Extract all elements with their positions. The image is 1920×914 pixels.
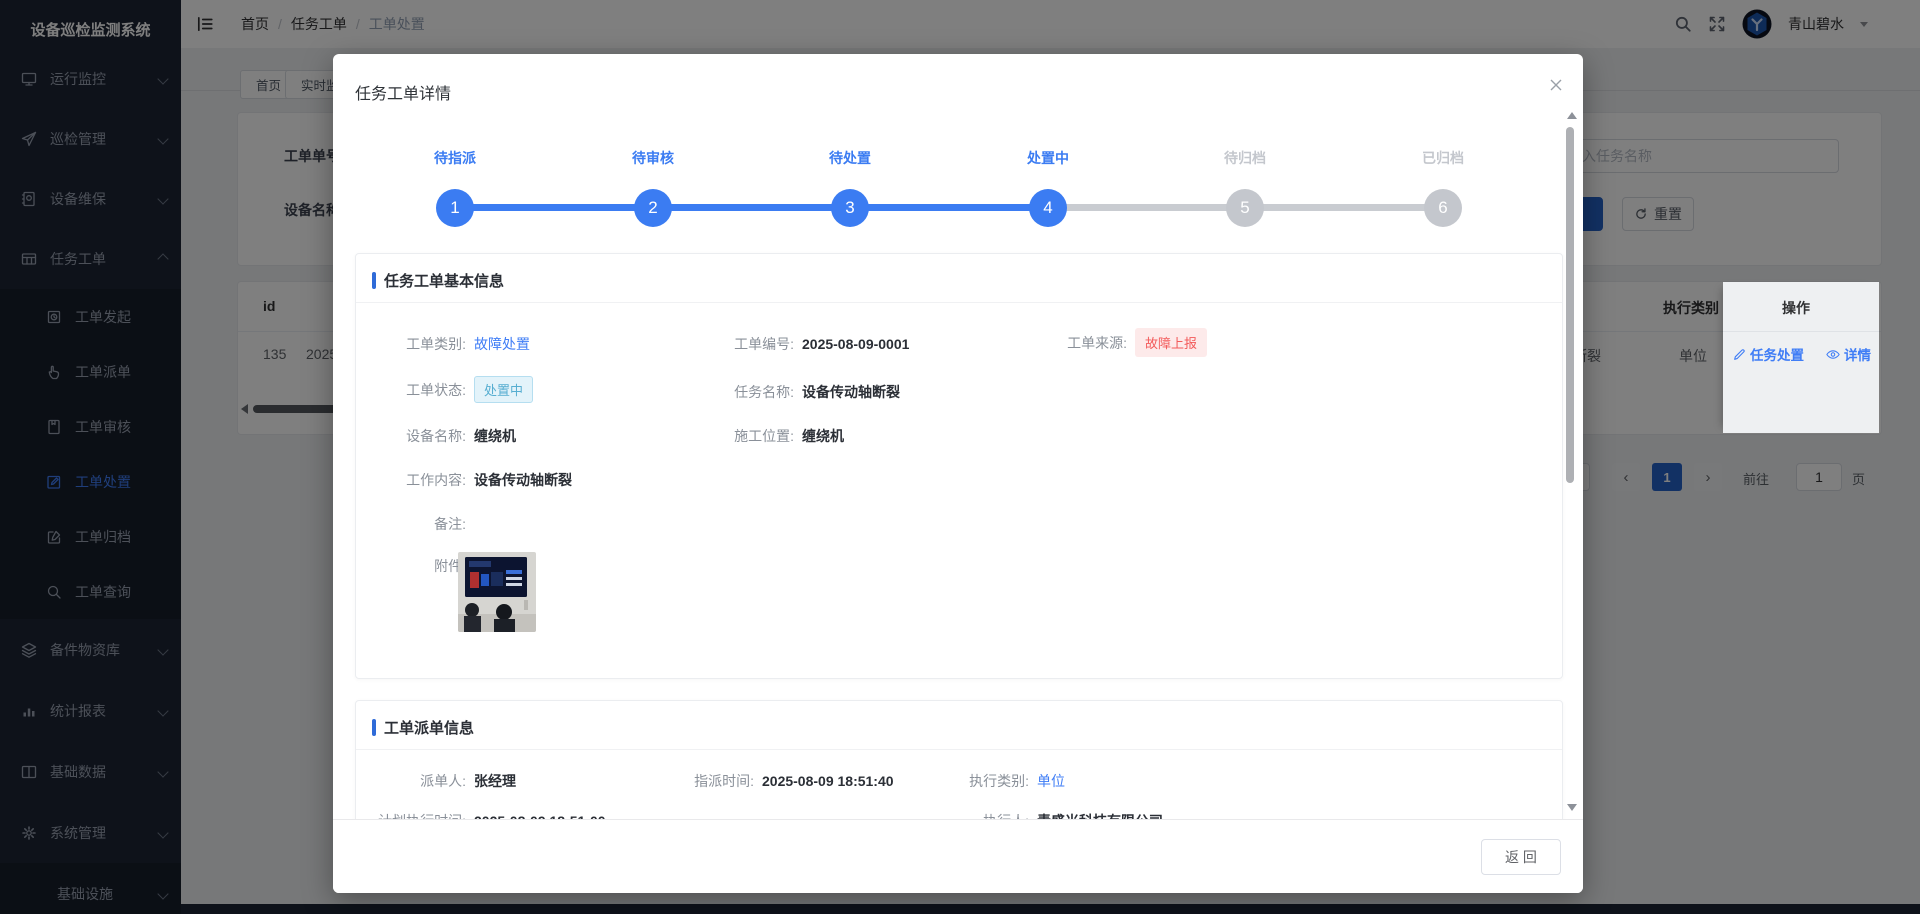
modal-scrollbar-thumb[interactable] <box>1566 127 1574 483</box>
section-accent-bar <box>372 719 376 736</box>
app-root: 设备巡检监测系统 运行监控 巡检管理 设备维保 任务工单 工单发起 <box>0 0 1920 914</box>
work-content-value: 设备传动轴断裂 <box>474 470 572 490</box>
assign-time-value: 2025-08-09 18:51:40 <box>762 773 894 789</box>
field-label: 执行类别: <box>933 771 1029 791</box>
category-link[interactable]: 故障处置 <box>474 334 530 354</box>
exec-type-link[interactable]: 单位 <box>1037 771 1065 791</box>
field-label: 工单类别: <box>370 334 466 354</box>
source-badge: 故障上报 <box>1135 328 1207 357</box>
step-label: 待指派 <box>385 148 525 168</box>
detail-link[interactable]: 详情 <box>1826 344 1871 364</box>
step-circle: 6 <box>1424 189 1462 227</box>
section-divider <box>356 749 1562 750</box>
task-process-link[interactable]: 任务处置 <box>1733 344 1804 364</box>
dispatch-info-card: 工单派单信息 派单人:张经理 指派时间:2025-08-09 18:51:40 … <box>355 700 1563 820</box>
field-label: 工单编号: <box>698 334 794 354</box>
modal-footer: 返 回 <box>333 819 1583 893</box>
step-label: 待处置 <box>780 148 920 168</box>
field-label: 设备名称: <box>370 426 466 446</box>
position-value: 缠绕机 <box>802 426 844 446</box>
close-icon <box>1549 78 1563 92</box>
divider <box>1723 331 1879 332</box>
step-label: 待审核 <box>583 148 723 168</box>
field-label: 任务名称: <box>698 382 794 402</box>
task-name-value: 设备传动轴断裂 <box>802 382 900 402</box>
scroll-down-icon[interactable] <box>1567 804 1577 811</box>
back-button[interactable]: 返 回 <box>1481 839 1561 875</box>
field-label: 备注: <box>370 514 466 534</box>
eye-icon <box>1826 348 1840 361</box>
field-label: 工作内容: <box>370 470 466 490</box>
step-label: 已归档 <box>1373 148 1513 168</box>
field-label: 附件: <box>370 556 466 576</box>
dispatcher-value: 张经理 <box>474 771 516 791</box>
step-circle: 1 <box>436 189 474 227</box>
field-label: 工单状态: <box>370 380 466 400</box>
field-label: 派单人: <box>370 771 466 791</box>
attachment-thumbnail[interactable] <box>458 552 536 632</box>
section-divider <box>356 302 1562 303</box>
workorder-detail-modal: 任务工单详情 待指派 待审核 待处置 处置中 待归档 已归档 1 2 3 4 5… <box>333 54 1583 893</box>
step-circle: 4 <box>1029 189 1067 227</box>
step-track-active <box>455 204 1048 211</box>
table-fixed-action-column: 操作 任务处置 详情 <box>1723 282 1879 433</box>
field-label: 工单来源: <box>1031 333 1127 353</box>
pencil-icon <box>1733 348 1746 361</box>
section-title: 任务工单基本信息 <box>384 270 504 291</box>
basic-info-card: 任务工单基本信息 工单类别:故障处置 工单编号:2025-08-09-0001 … <box>355 253 1563 679</box>
close-button[interactable] <box>1545 74 1567 96</box>
step-label: 处置中 <box>978 148 1118 168</box>
modal-body: 待指派 待审核 待处置 处置中 待归档 已归档 1 2 3 4 5 6 任务工单… <box>333 114 1567 820</box>
step-circle: 5 <box>1226 189 1264 227</box>
step-circle: 3 <box>831 189 869 227</box>
scroll-up-icon[interactable] <box>1567 112 1577 119</box>
section-accent-bar <box>372 272 376 289</box>
step-label: 待归档 <box>1175 148 1315 168</box>
order-no-value: 2025-08-09-0001 <box>802 336 909 352</box>
step-circle: 2 <box>634 189 672 227</box>
section-title: 工单派单信息 <box>384 717 474 738</box>
modal-title: 任务工单详情 <box>355 80 451 104</box>
device-name-value: 缠绕机 <box>474 426 516 446</box>
status-badge: 处置中 <box>474 376 533 403</box>
field-label: 指派时间: <box>658 771 754 791</box>
col-header-action: 操作 <box>1782 298 1810 318</box>
field-label: 施工位置: <box>698 426 794 446</box>
